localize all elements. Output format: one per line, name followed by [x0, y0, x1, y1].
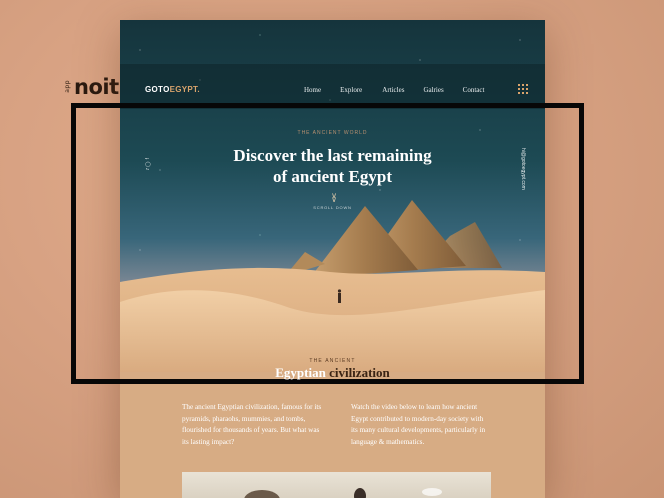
- video-thumbnail-art: [244, 488, 442, 498]
- brand-accent: EGYPT.: [169, 85, 200, 94]
- highlight-frame: [71, 103, 584, 384]
- studio-logo-small: app: [64, 80, 71, 93]
- nav-galleries[interactable]: Galries: [423, 86, 443, 94]
- section-title: Egyptian civilization: [120, 365, 545, 381]
- studio-logo-text: noit: [74, 75, 119, 99]
- nav-explore[interactable]: Explore: [340, 86, 362, 94]
- main-nav: Home Explore Articles Galries Contact: [304, 86, 503, 94]
- grid-menu-icon[interactable]: [518, 84, 528, 94]
- section-title-word2: civilization: [329, 365, 390, 380]
- brand-logo[interactable]: GOTOEGYPT.: [145, 85, 200, 94]
- nav-articles[interactable]: Articles: [382, 86, 404, 94]
- nav-home[interactable]: Home: [304, 86, 321, 94]
- intro-text-left: The ancient Egyptian civilization, famou…: [182, 403, 322, 446]
- intro-text-right: Watch the video below to learn how ancie…: [351, 403, 486, 446]
- nav-contact[interactable]: Contact: [463, 86, 485, 94]
- section-eyebrow: THE ANCIENT: [309, 358, 356, 364]
- section-title-word1: Egyptian: [275, 365, 326, 380]
- video-thumbnail[interactable]: [182, 472, 491, 498]
- brand-main: GOTO: [145, 85, 170, 94]
